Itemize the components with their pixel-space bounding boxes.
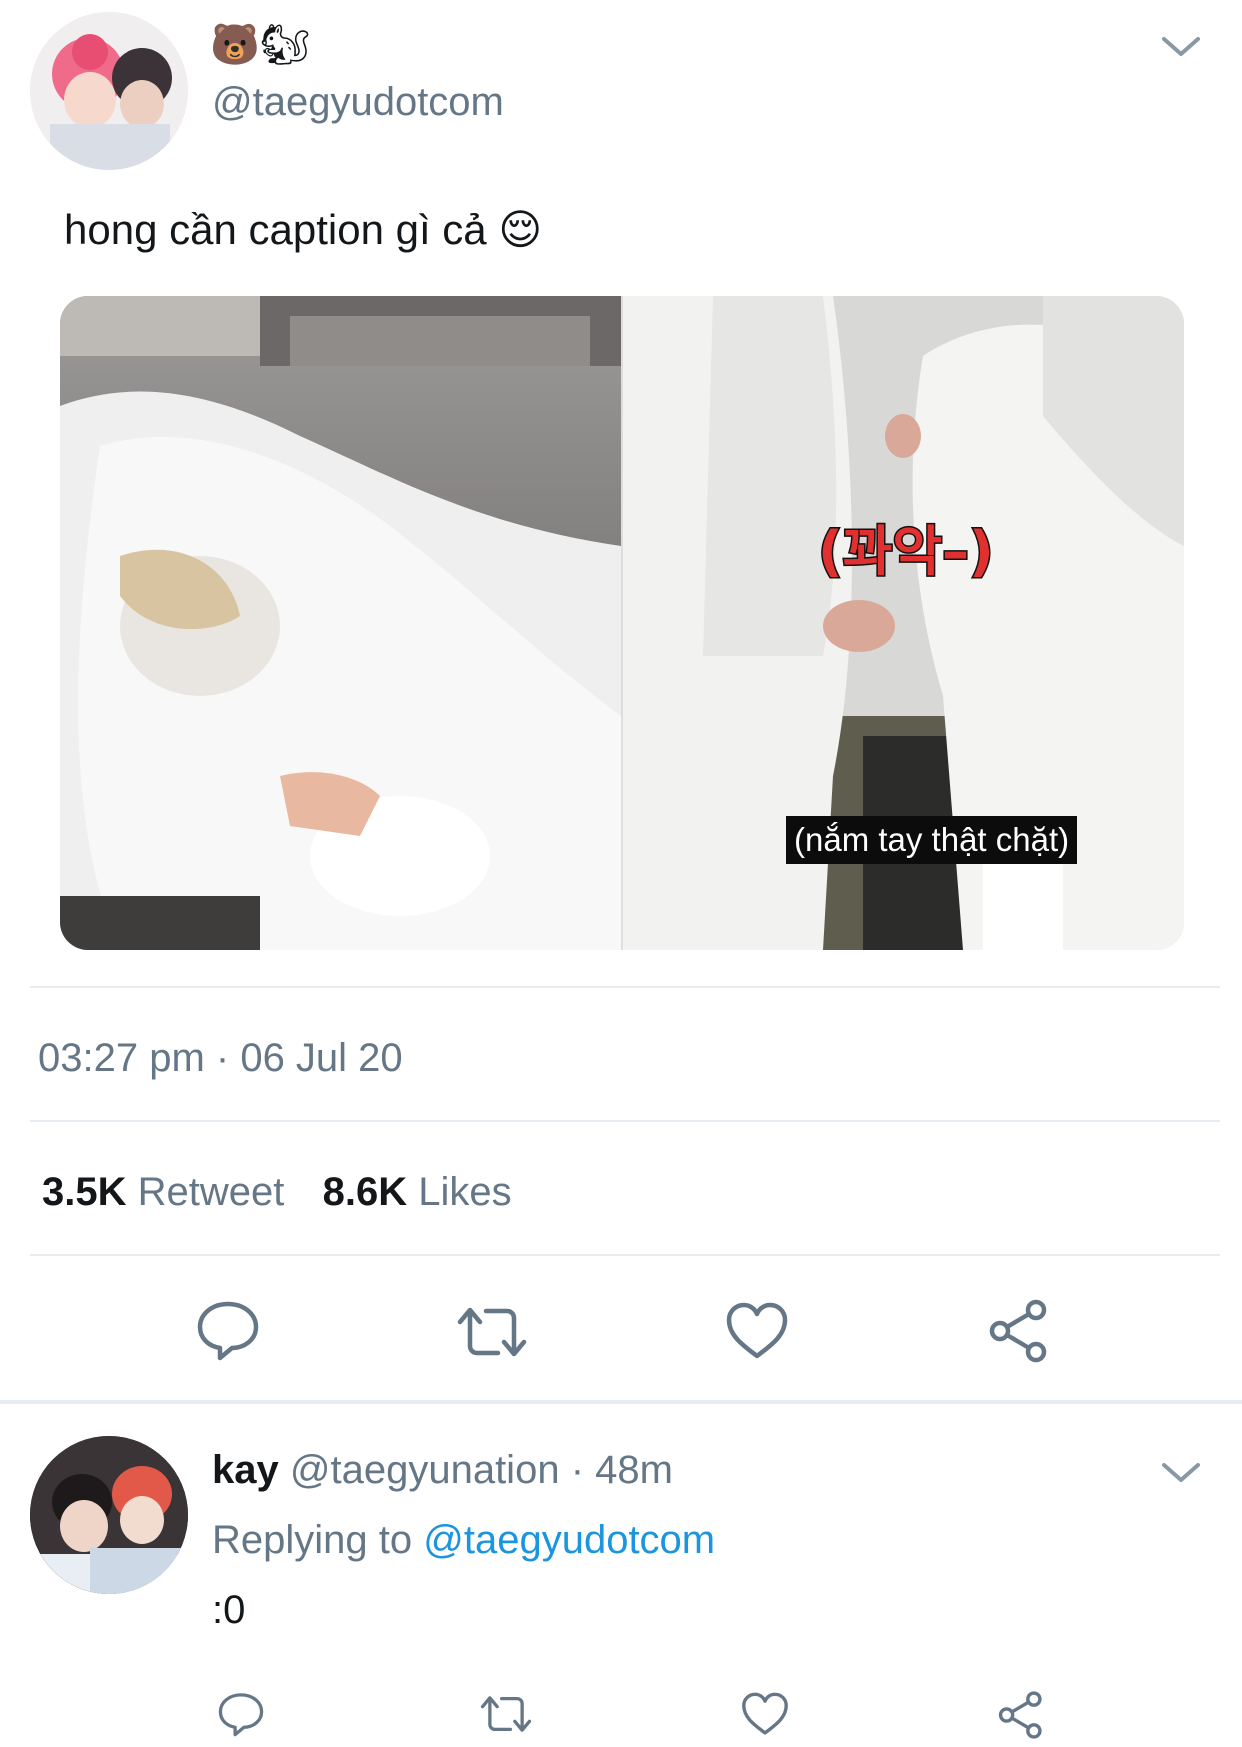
reply-header: kay @taegyunation · 48m <box>212 1446 673 1494</box>
tweet-text: hong cần caption gì cả <box>64 206 487 253</box>
divider <box>30 1254 1220 1256</box>
retweets-count: 3.5K <box>42 1170 127 1214</box>
tweet-timestamp[interactable]: 03:27 pm · 06 Jul 20 <box>38 1034 403 1082</box>
retweets-label: Retweet <box>137 1170 285 1214</box>
reply-author-avatar[interactable] <box>30 1436 188 1594</box>
divider <box>30 986 1220 988</box>
retweet-icon[interactable] <box>454 1302 530 1362</box>
likes-count: 8.6K <box>322 1170 408 1214</box>
reply-text: :0 <box>212 1588 246 1632</box>
reply-author-handle[interactable]: @taegyunation <box>290 1448 560 1492</box>
retweets-stat[interactable]: 3.5K Retweet <box>42 1170 296 1214</box>
media-caption-korean: (꽈악–) <box>817 520 996 583</box>
media-caption-subtitle: (nắm tay thật chặt) <box>786 816 1078 864</box>
reply-like-icon[interactable] <box>740 1690 790 1738</box>
author-avatar[interactable] <box>30 12 188 170</box>
display-name-emoji: 🐻🐿 <box>210 23 311 67</box>
share-icon[interactable] <box>986 1298 1052 1364</box>
media-image-left[interactable] <box>60 296 621 950</box>
replying-to-line: Replying to @taegyudotcom <box>212 1516 715 1564</box>
replying-to-label: Replying to <box>212 1518 413 1562</box>
author-handle[interactable]: @taegyudotcom <box>212 78 504 126</box>
reply-time: · 48m <box>570 1448 673 1492</box>
reply-retweet-icon[interactable] <box>478 1692 534 1736</box>
reply-share-icon[interactable] <box>996 1690 1046 1740</box>
section-separator <box>0 1400 1242 1404</box>
likes-label: Likes <box>418 1170 512 1214</box>
tweet-text-row: hong cần caption gì cả 😌 <box>64 204 542 256</box>
like-icon[interactable] <box>724 1300 790 1362</box>
divider <box>30 1120 1220 1122</box>
reply-author-name[interactable]: kay <box>212 1448 279 1492</box>
replying-to-handle[interactable]: @taegyudotcom <box>423 1518 715 1562</box>
relieved-face-emoji: 😌 <box>498 205 543 254</box>
reply-chevron-down-icon[interactable] <box>1160 1460 1202 1486</box>
chevron-down-icon[interactable] <box>1160 34 1202 60</box>
reply-icon[interactable] <box>194 1298 262 1362</box>
tweet-stats: 3.5K Retweet 8.6K Likes <box>42 1168 512 1216</box>
tweet-media[interactable]: (꽈악–) (nắm tay thật chặt) <box>60 296 1184 950</box>
reply-reply-icon[interactable] <box>216 1690 266 1738</box>
likes-stat[interactable]: 8.6K Likes <box>323 1170 512 1214</box>
